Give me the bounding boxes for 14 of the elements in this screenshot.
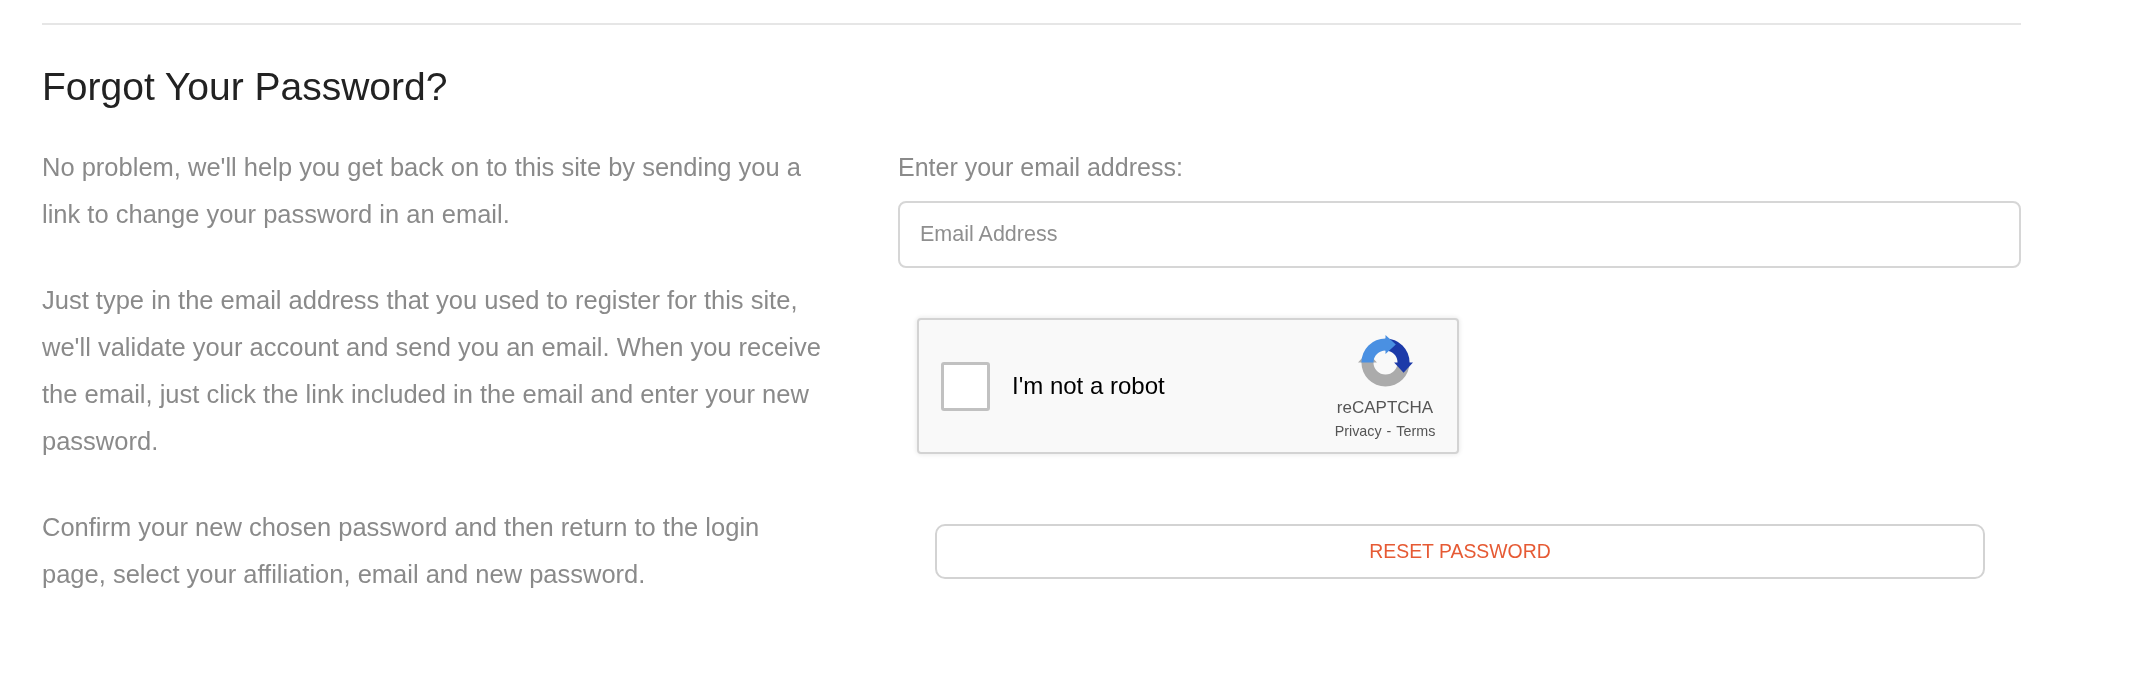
reset-password-button[interactable]: RESET PASSWORD [935,524,1985,579]
captcha-brand-name: reCAPTCHA [1336,397,1434,418]
checkbox[interactable] [941,361,990,411]
intro-paragraph: No problem, we'll help you get back on to this site by sending you a link to change your password in an email. [42,152,802,230]
email-label: Enter your email address: [898,152,1184,183]
captcha-label: I'm not a robot [1012,371,1165,401]
separator-text: - [1386,421,1392,440]
intro-paragraph: Just type in the email address that you used to register for this site, we'll validate your account and send you an email. When you receive the email, just click the link included in the email and enter your new password. [42,285,822,457]
captcha-footer-link[interactable]: Privacy [1334,421,1382,440]
captcha-footer-link[interactable]: Terms [1396,421,1436,440]
circular-arrows-icon [1357,334,1413,390]
page-heading: Forgot Your Password? [42,64,449,110]
email-field[interactable]: Email Address [898,201,2021,268]
intro-paragraph: Confirm your new chosen password and then return to the login page, select your affiliation, email and new password. [42,512,761,590]
